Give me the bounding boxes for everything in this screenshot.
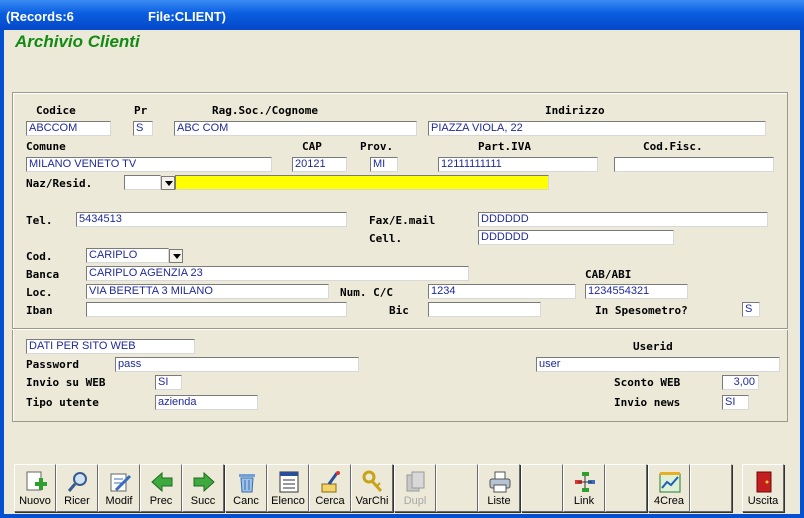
tipo-utente-field[interactable]: azienda [155,395,258,410]
invio-web-field[interactable]: SI [155,375,182,390]
empty-toolbar-slot [436,464,478,512]
records-count: (Records:6 [6,9,74,24]
nuovo-button[interactable]: Nuovo [14,464,56,512]
numcc-label: Num. C/C [340,286,393,299]
file-name: File:CLIENT) [148,9,226,24]
keys-icon [362,470,383,493]
modif-button[interactable]: Modif [98,464,140,512]
liste-button[interactable]: Liste [478,464,520,512]
loc-field[interactable]: VIA BERETTA 3 MILANO [86,284,329,299]
cap-label: CAP [302,140,322,153]
new-icon [26,471,47,491]
empty-toolbar-slot [605,464,647,512]
varchi-button[interactable]: VarChi [351,464,393,512]
pr-label: Pr [134,104,148,117]
list-icon [279,471,299,493]
cod-banca-field[interactable]: CARIPLO [86,248,169,263]
bic-field[interactable] [428,302,541,317]
cell-field[interactable]: DDDDDD [478,230,674,245]
bic-label: Bic [389,304,409,317]
loc-label: Loc. [26,286,53,299]
iban-field[interactable] [86,302,347,317]
crea-button[interactable]: 4Crea [648,464,690,512]
prov-label: Prov. [360,140,394,153]
spesometro-label: In Spesometro? [595,304,688,317]
naz-label: Naz/Resid. [26,177,93,190]
tel-label: Tel. [26,214,53,227]
prec-button[interactable]: Prec [140,464,182,512]
cod-label: Cod. [26,250,53,263]
password-label: Password [26,358,79,371]
invio-web-label: Invio su WEB [26,376,106,389]
password-field[interactable]: pass [115,357,359,372]
cap-field[interactable]: 20121 [292,157,347,172]
iban-label: Iban [26,304,53,317]
userid-field[interactable]: user [536,357,780,372]
edit-icon [110,473,132,492]
ragsoc-field[interactable]: ABC COM [174,121,417,136]
duplicate-icon [406,471,425,492]
canc-button[interactable]: Canc [225,464,267,512]
tel-field[interactable]: 5434513 [76,212,347,227]
cerca-button[interactable]: Cerca [309,464,351,512]
codice-label: Codice [36,104,76,117]
elenco-button[interactable]: Elenco [267,464,309,512]
naz-field[interactable] [124,175,161,190]
banca-label: Banca [26,268,60,281]
find-icon [321,471,340,493]
indirizzo-field[interactable]: PIAZZA VIOLA, 22 [428,121,766,136]
toolbar: Nuovo Ricer Modif Prec Succ Canc Elenco … [12,464,788,513]
empty-toolbar-slot [690,464,732,512]
spesometro-field[interactable]: S [742,302,760,317]
ragsoc-label: Rag.Soc./Cognome [212,104,318,117]
fax-label: Fax/E.mail [369,214,436,227]
sconto-web-label: Sconto WEB [614,376,681,389]
form-title: Archivio Clienti [15,32,140,51]
tipo-utente-label: Tipo utente [26,396,99,409]
link-icon [575,472,595,492]
dupl-button[interactable]: Dupl [394,464,436,512]
invio-news-label: Invio news [614,396,681,409]
search-icon [67,472,87,492]
cababi-label: CAB/ABI [585,268,632,281]
cababi-field[interactable]: 1234554321 [585,284,688,299]
codfisc-label: Cod.Fisc. [643,140,703,153]
cell-label: Cell. [369,232,403,245]
partiva-label: Part.IVA [478,140,531,153]
panel-divider [12,328,788,330]
link-button[interactable]: Link [563,464,605,512]
create-icon [659,472,681,493]
trash-icon [239,474,255,493]
arrow-right-icon [193,471,215,493]
naz-description-field[interactable] [175,175,549,190]
succ-button[interactable]: Succ [182,464,224,512]
sconto-web-field[interactable]: 3,00 [722,375,759,390]
fax-field[interactable]: DDDDDD [478,212,768,227]
web-section-header: DATI PER SITO WEB [26,339,195,354]
invio-news-field[interactable]: SI [722,395,749,410]
cod-dropdown-icon[interactable] [169,249,183,263]
codice-field[interactable]: ABCCOM [26,121,111,136]
ricer-button[interactable]: Ricer [56,464,98,512]
comune-field[interactable]: MILANO VENETO TV [26,157,272,172]
printer-icon [489,471,511,493]
codfisc-field[interactable] [614,157,774,172]
prov-field[interactable]: MI [370,157,398,172]
naz-dropdown-icon[interactable] [161,176,175,190]
exit-door-icon [756,471,772,493]
indirizzo-label: Indirizzo [545,104,605,117]
arrow-left-icon [151,471,173,493]
window-titlebar: (Records:6 File:CLIENT) [0,0,804,30]
partiva-field[interactable]: 12111111111 [438,157,598,172]
pr-field[interactable]: S [133,121,153,136]
uscita-button[interactable]: Uscita [742,464,784,512]
userid-label: Userid [633,340,673,353]
banca-field[interactable]: CARIPLO AGENZIA 23 [86,266,469,281]
comune-label: Comune [26,140,66,153]
empty-toolbar-slot [521,464,563,512]
numcc-field[interactable]: 1234 [428,284,576,299]
